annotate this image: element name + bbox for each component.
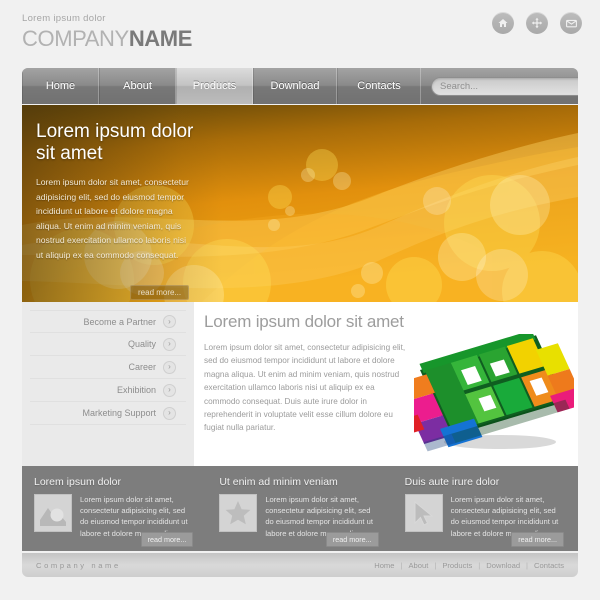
nav-search-area bbox=[421, 68, 578, 104]
site-footer: Company name Home | About | Products | D… bbox=[22, 553, 578, 577]
footer-link-download[interactable]: Download bbox=[486, 561, 520, 570]
sidebar-item-marketing-support[interactable]: Marketing Support › bbox=[30, 402, 186, 425]
sidebar-item-label: Marketing Support bbox=[82, 408, 156, 418]
sidebar-item-label: Exhibition bbox=[116, 385, 156, 395]
main-content: Lorem ipsum dolor sit amet Lorem ipsum d… bbox=[204, 312, 578, 466]
sidebar-item-label: Career bbox=[128, 362, 156, 372]
hero-title: Lorem ipsum dolor sit amet bbox=[36, 121, 194, 164]
chevron-right-icon: › bbox=[163, 315, 176, 328]
nav-item-about[interactable]: About bbox=[99, 68, 176, 104]
header-icon-group bbox=[492, 12, 582, 34]
main-navigation: Home About Products Download Contacts bbox=[22, 68, 578, 104]
sidebar-item-exhibition[interactable]: Exhibition › bbox=[30, 379, 186, 402]
footer-separator: | bbox=[478, 560, 481, 570]
nav-item-contacts[interactable]: Contacts bbox=[337, 68, 421, 104]
nav-item-home[interactable]: Home bbox=[22, 68, 99, 104]
footer-separator: | bbox=[400, 560, 403, 570]
hero-read-more-button[interactable]: read more... bbox=[130, 285, 190, 300]
hero-body: Lorem ipsum dolor sit amet, consectetur … bbox=[36, 177, 189, 260]
feature-column-3: Duis aute irure dolor Lorem ipsum dolor … bbox=[393, 466, 578, 551]
mid-section: Become a Partner › Quality › Career › Ex… bbox=[22, 302, 578, 466]
chevron-right-icon: › bbox=[163, 406, 176, 420]
column-read-more-button[interactable]: read more... bbox=[325, 532, 379, 547]
site-header: Lorem ipsum dolor COMPANYNAME bbox=[0, 0, 600, 62]
chevron-right-icon: › bbox=[163, 383, 176, 397]
hero-text-block: Lorem ipsum dolor sit amet Lorem ipsum d… bbox=[36, 121, 194, 263]
footer-company-name: Company name bbox=[36, 560, 121, 570]
logo-brand: COMPANYNAME bbox=[22, 26, 192, 52]
hero-banner: Lorem ipsum dolor sit amet Lorem ipsum d… bbox=[22, 105, 578, 302]
sidebar-item-career[interactable]: Career › bbox=[30, 356, 186, 379]
star-icon[interactable] bbox=[219, 494, 258, 532]
column-title: Duis aute irure dolor bbox=[404, 476, 500, 488]
logo-tagline: Lorem ipsum dolor bbox=[22, 13, 106, 24]
nav-item-download[interactable]: Download bbox=[253, 68, 337, 104]
chevron-right-icon: › bbox=[163, 360, 176, 374]
sidebar-item-become-a-partner[interactable]: Become a Partner › bbox=[30, 310, 186, 333]
feature-column-1: Lorem ipsum dolor Lorem ipsum dolor sit … bbox=[22, 466, 207, 551]
column-title: Lorem ipsum dolor bbox=[34, 476, 121, 488]
content-body: Lorem ipsum dolor sit amet, consectetur … bbox=[204, 343, 406, 433]
feature-column-2: Ut enim ad minim veniam Lorem ipsum dolo… bbox=[207, 466, 392, 551]
logo-brand-bold: NAME bbox=[128, 26, 193, 51]
search-box[interactable] bbox=[431, 76, 578, 96]
footer-link-about[interactable]: About bbox=[408, 561, 428, 570]
sitemap-move-icon[interactable] bbox=[526, 12, 548, 34]
footer-separator: | bbox=[434, 560, 437, 570]
content-title: Lorem ipsum dolor sit amet bbox=[204, 312, 404, 331]
footer-links: Home | About | Products | Download | Con… bbox=[374, 561, 564, 570]
sidebar-item-label: Quality bbox=[127, 339, 156, 349]
footer-link-products[interactable]: Products bbox=[442, 561, 472, 570]
sidebar-item-quality[interactable]: Quality › bbox=[30, 333, 186, 356]
site-logo[interactable]: Lorem ipsum dolor COMPANYNAME bbox=[22, 13, 192, 52]
cursor-arrow-icon[interactable] bbox=[404, 494, 443, 532]
chevron-right-icon: › bbox=[163, 337, 176, 351]
sidebar-menu: Become a Partner › Quality › Career › Ex… bbox=[22, 302, 194, 466]
3d-puzzle-graphic bbox=[414, 334, 574, 452]
feature-columns: Lorem ipsum dolor Lorem ipsum dolor sit … bbox=[22, 466, 578, 551]
column-title: Ut enim ad minim veniam bbox=[219, 476, 338, 488]
footer-link-home[interactable]: Home bbox=[374, 561, 394, 570]
nav-item-products[interactable]: Products bbox=[176, 68, 253, 104]
page-root: Lorem ipsum dolor COMPANYNAME Home About… bbox=[0, 0, 600, 600]
search-input[interactable] bbox=[440, 80, 578, 92]
sidebar-item-label: Become a Partner bbox=[83, 316, 156, 327]
column-read-more-button[interactable]: read more... bbox=[511, 532, 564, 547]
mail-icon[interactable] bbox=[560, 12, 582, 34]
footer-link-contacts[interactable]: Contacts bbox=[534, 561, 564, 570]
column-read-more-button[interactable]: read more... bbox=[140, 532, 194, 547]
footer-separator: | bbox=[526, 560, 529, 570]
logo-brand-light: COMPANY bbox=[22, 26, 129, 51]
home-icon[interactable] bbox=[492, 12, 514, 34]
photo-placeholder-icon[interactable] bbox=[34, 494, 72, 532]
